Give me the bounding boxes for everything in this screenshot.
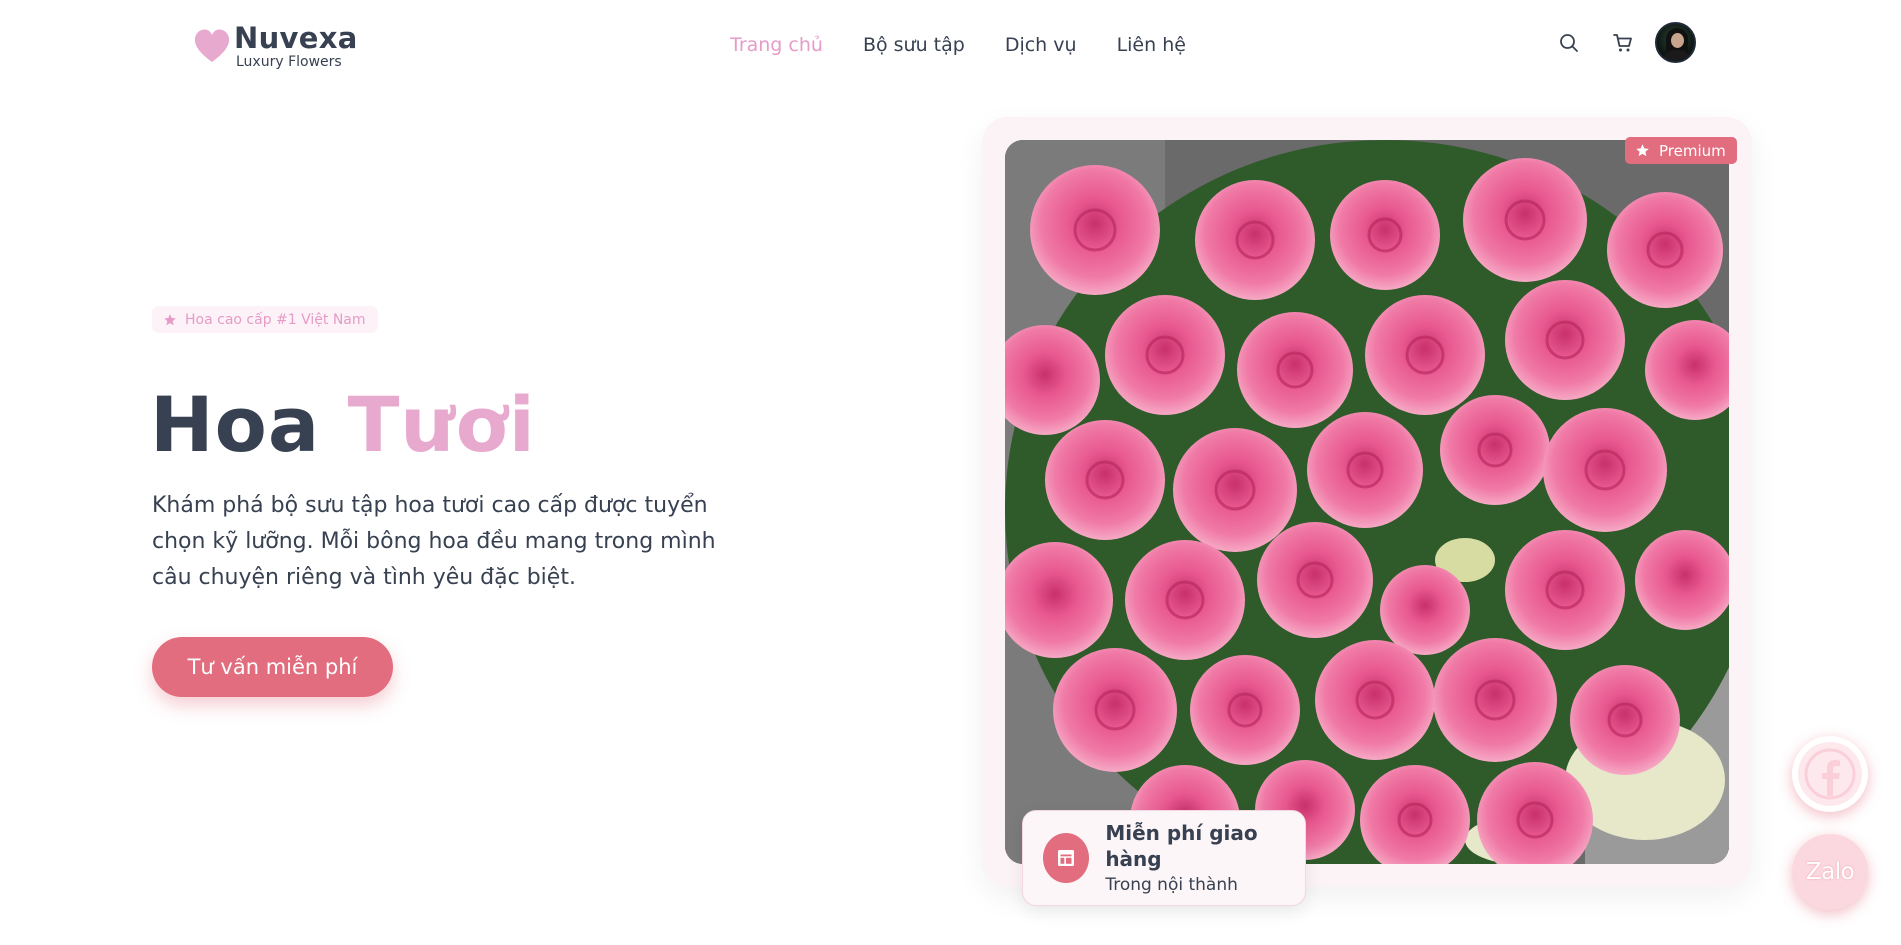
delivery-icon bbox=[1043, 833, 1090, 883]
main-nav: Trang chủ Bộ sưu tập Dịch vụ Liên hệ bbox=[730, 33, 1226, 57]
hero-title: Hoa Tươi bbox=[150, 380, 536, 470]
brand-logo[interactable]: Nuvexa Luxury Flowers bbox=[192, 22, 358, 70]
zalo-label: Zalo bbox=[1805, 859, 1855, 885]
roses-illustration bbox=[1005, 140, 1729, 864]
search-button[interactable] bbox=[1555, 29, 1583, 57]
star-icon bbox=[163, 313, 177, 327]
hero-badge: Hoa cao cấp #1 Việt Nam bbox=[152, 306, 378, 333]
hero-description: Khám phá bộ sưu tập hoa tươi cao cấp đượ… bbox=[152, 493, 716, 590]
brand-tagline: Luxury Flowers bbox=[236, 54, 342, 70]
header-actions bbox=[1555, 22, 1696, 63]
facebook-button[interactable] bbox=[1792, 736, 1868, 812]
hero-title-part1: Hoa bbox=[150, 380, 321, 469]
brand-name: Nuvexa bbox=[234, 21, 358, 55]
cart-button[interactable] bbox=[1609, 29, 1637, 57]
roses-bouquet-image bbox=[1005, 140, 1729, 864]
facebook-icon bbox=[1804, 748, 1856, 800]
search-icon bbox=[1560, 33, 1578, 52]
star-icon bbox=[1635, 143, 1650, 158]
nav-item-contact[interactable]: Liên hệ bbox=[1117, 33, 1186, 57]
delivery-title: Miễn phí giao hàng bbox=[1105, 820, 1258, 871]
zalo-button[interactable]: Zalo bbox=[1792, 834, 1868, 910]
free-consultation-button[interactable]: Tư vấn miễn phí bbox=[152, 637, 393, 697]
free-delivery-card: Miễn phí giao hàng Trong nội thành bbox=[1022, 810, 1306, 906]
site-header: Nuvexa Luxury Flowers Trang chủ Bộ sưu t… bbox=[0, 0, 1901, 90]
nav-item-collection[interactable]: Bộ sưu tập bbox=[863, 33, 965, 57]
nav-item-home[interactable]: Trang chủ bbox=[730, 33, 823, 57]
hero-badge-text: Hoa cao cấp #1 Việt Nam bbox=[185, 311, 366, 328]
nav-item-services[interactable]: Dịch vụ bbox=[1005, 33, 1077, 57]
premium-badge: Premium bbox=[1625, 137, 1737, 164]
user-avatar[interactable] bbox=[1655, 22, 1696, 63]
hero-title-part2: Tươi bbox=[347, 380, 536, 469]
premium-badge-label: Premium bbox=[1659, 141, 1726, 160]
delivery-subtitle: Trong nội thành bbox=[1105, 874, 1238, 895]
heart-logo-icon bbox=[194, 29, 230, 63]
cart-icon bbox=[1613, 33, 1632, 51]
